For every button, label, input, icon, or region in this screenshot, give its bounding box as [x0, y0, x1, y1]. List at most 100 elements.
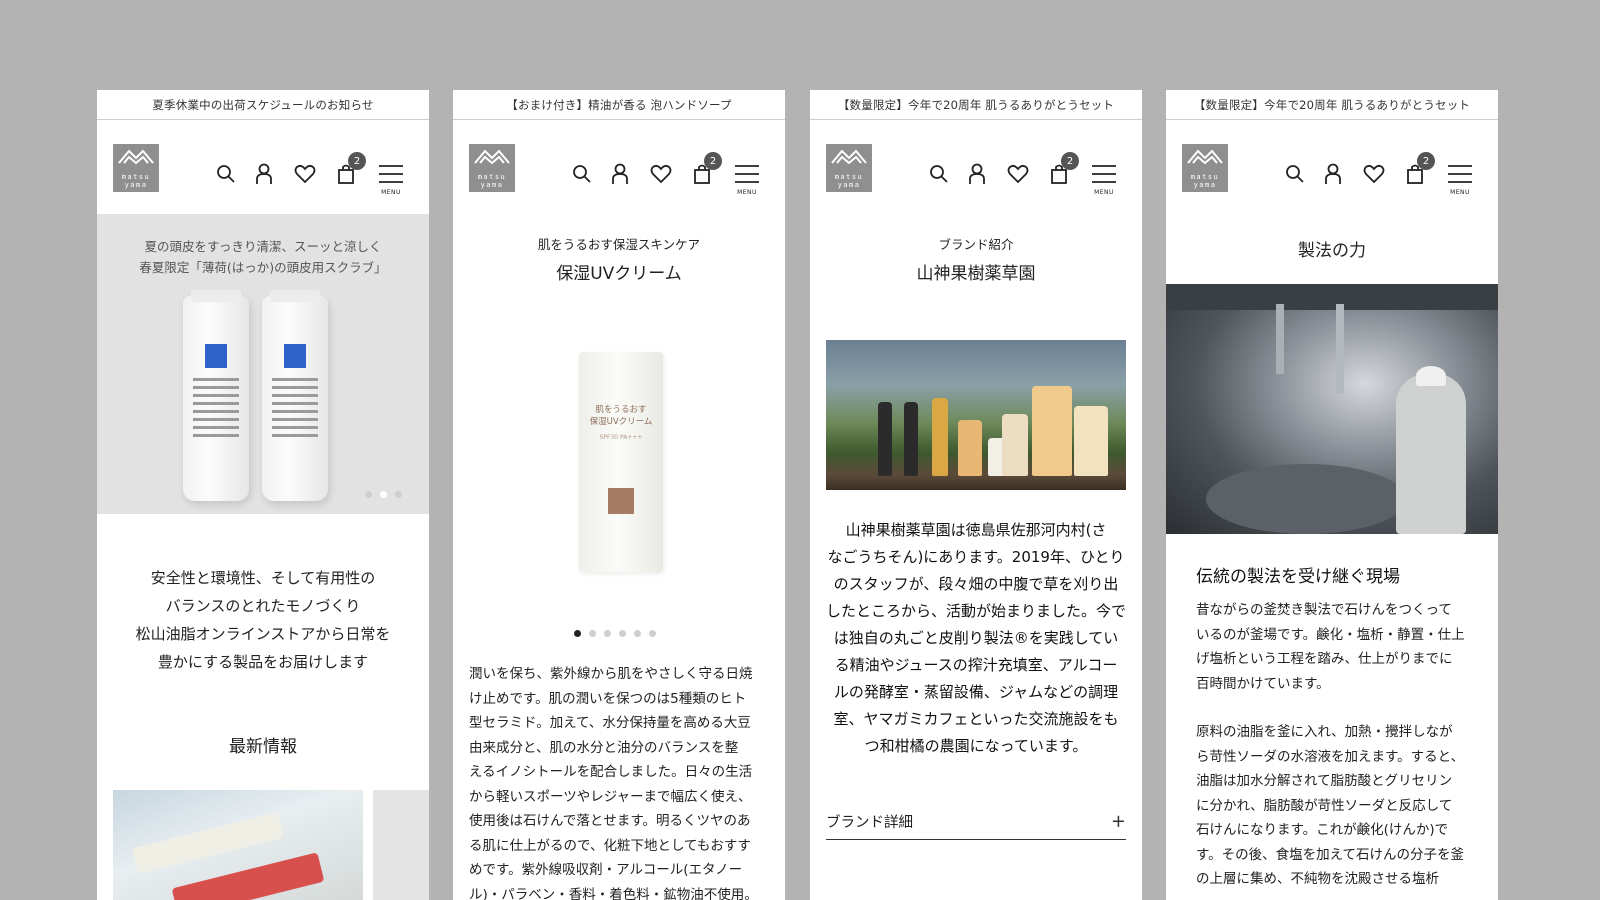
brand-title: 山神果樹薬草園 [916, 264, 1036, 284]
logo[interactable]: matsu yama [826, 144, 872, 192]
hamburger-icon[interactable]: MENU [1448, 162, 1472, 196]
announcement-text[interactable]: 【数量限定】今年で20周年 肌うるありがとうセット [1194, 97, 1470, 113]
logo[interactable]: matsu yama [469, 144, 515, 192]
description-line: 室、ヤマガミカフェといった交流施設をも [833, 710, 1119, 728]
announcement-text[interactable]: 夏季休業中の出荷スケジュールのお知らせ [152, 97, 373, 113]
announcement-bar[interactable]: 【数量限定】今年で20周年 肌うるありがとうセット [810, 90, 1142, 120]
description-line: 型セラミド。加えて、水分保持量を高める大豆 [469, 715, 751, 731]
hamburger-icon[interactable]: MENU [379, 162, 403, 196]
carousel-dot[interactable] [589, 630, 596, 637]
description-line: 使用後は石けんで落とせます。明るくツヤのあ [469, 813, 751, 829]
plus-icon[interactable]: + [1111, 811, 1126, 832]
description-line: なごうちそん)にあります。2019年、ひとり [827, 548, 1125, 566]
paragraph-line: 石けんになります。これが鹸化(けんか)で [1196, 822, 1449, 838]
cart-icon[interactable]: 2 [690, 152, 722, 186]
cart-icon[interactable]: 2 [334, 152, 366, 186]
product-image[interactable]: 肌をうるおす 保湿UVクリーム SPF30 PA+++ [579, 352, 663, 572]
carousel-dot[interactable] [649, 630, 656, 637]
tagline-line: 松山油脂オンラインストアから日常を [135, 625, 391, 643]
menu-label: MENU [1450, 189, 1470, 196]
tagline-line: 安全性と環境性、そして有用性の [150, 569, 376, 587]
product-description: 潤いを保ち、紫外線から肌をやさしく守る日焼 け止めです。肌の潤いを保つのは5種類… [469, 662, 779, 900]
site-header: matsu yama 2 MENU [453, 120, 785, 214]
carousel-dot[interactable] [634, 630, 641, 637]
screen-product: 【おまけ付き】精油が香る 泡ハンドソープ matsu yama 2 MENU 肌… [453, 90, 785, 900]
site-header: matsu yama 2 MENU [97, 120, 429, 214]
search-icon[interactable] [1283, 162, 1307, 186]
description-line: 潤いを保ち、紫外線から肌をやさしく守る日焼 [469, 666, 753, 682]
tagline-line: バランスのとれたモノづくり [165, 597, 361, 615]
logo-text-2: yama [1193, 181, 1217, 189]
carousel-dot-active[interactable] [380, 491, 387, 498]
description-line: ル)・パラベン・香料・着色料・鉱物油不使用。 [469, 886, 758, 900]
news-section-title: 最新情報 [229, 737, 297, 757]
logo-text-2: yama [837, 181, 861, 189]
paragraph-line: す。その後、食塩を加えて石けんの分子を釜 [1196, 846, 1464, 863]
paragraph-line: 油脂は加水分解されて脂肪酸とグリセリン [1196, 773, 1453, 789]
announcement-text[interactable]: 【おまけ付き】精油が香る 泡ハンドソープ [506, 97, 731, 113]
cart-badge: 2 [1061, 152, 1079, 170]
account-icon[interactable] [965, 162, 989, 186]
announcement-bar[interactable]: 夏季休業中の出荷スケジュールのお知らせ [97, 90, 429, 120]
carousel-dot[interactable] [395, 491, 402, 498]
hero-banner[interactable]: 夏の頭皮をすっきり清潔、スーッと涼しく 春夏限定「薄荷(はっか)の頭皮用スクラブ… [97, 214, 429, 514]
tagline-line: 豊かにする製品をお届けします [157, 653, 369, 671]
product-title: 保湿UVクリーム [556, 264, 682, 284]
logo[interactable]: matsu yama [1182, 144, 1228, 192]
logo-text-2: yama [124, 181, 148, 189]
news-card-next[interactable] [373, 790, 429, 900]
hero-caption: 夏の頭皮をすっきり清潔、スーッと涼しく 春夏限定「薄荷(はっか)の頭皮用スクラブ… [97, 236, 429, 278]
description-line: めです。紫外線吸収剤・アルコール(エタノー [469, 862, 743, 878]
announcement-text[interactable]: 【数量限定】今年で20周年 肌うるありがとうセット [838, 97, 1114, 113]
paragraph-line: に分かれ、脂肪酸が苛性ソーダと反応して [1196, 797, 1453, 814]
paragraph-line: の上層に集め、不純物を沈殿させる塩析 [1196, 871, 1439, 887]
product-subtitle: 肌をうるおす保湿スキンケア [537, 237, 701, 252]
cart-icon[interactable]: 2 [1047, 152, 1079, 186]
mountain-logo-icon [1187, 149, 1223, 164]
hero-caption-line-2: 春夏限定「薄荷(はっか)の頭皮用スクラブ」 [139, 260, 387, 275]
heart-icon[interactable] [293, 162, 317, 186]
hero-caption-line-1: 夏の頭皮をすっきり清潔、スーッと涼しく [144, 239, 382, 254]
accordion-label: ブランド詳細 [826, 815, 913, 831]
site-header: matsu yama 2 MENU [1166, 120, 1498, 214]
product-label-line: 保湿UVクリーム [589, 417, 653, 427]
carousel-dots[interactable] [574, 630, 656, 637]
account-icon[interactable] [252, 162, 276, 186]
cart-badge: 2 [348, 152, 366, 170]
news-card-image[interactable] [113, 790, 363, 900]
account-icon[interactable] [1321, 162, 1345, 186]
logo[interactable]: matsu yama [113, 144, 159, 192]
carousel-dot[interactable] [604, 630, 611, 637]
search-icon[interactable] [570, 162, 594, 186]
menu-label: MENU [737, 189, 757, 196]
cart-icon[interactable]: 2 [1403, 152, 1435, 186]
craft-title: 製法の力 [1298, 241, 1366, 261]
search-icon[interactable] [927, 162, 951, 186]
craft-paragraph-2: 原料の油脂を釜に入れ、加熱・攪拌しなが ら苛性ソーダの水溶液を加えます。すると、… [1196, 720, 1486, 892]
logo-text-1: matsu [477, 173, 507, 181]
search-icon[interactable] [214, 162, 238, 186]
product-tube-image [262, 290, 328, 501]
hamburger-icon[interactable]: MENU [1092, 162, 1116, 196]
paragraph-line: 昔ながらの釜焚き製法で石けんをつくって [1196, 602, 1452, 618]
screen-brand: 【数量限定】今年で20周年 肌うるありがとうセット matsu yama 2 M… [810, 90, 1142, 900]
heart-icon[interactable] [649, 162, 673, 186]
heart-icon[interactable] [1362, 162, 1386, 186]
announcement-bar[interactable]: 【おまけ付き】精油が香る 泡ハンドソープ [453, 90, 785, 120]
description-line: ルの発酵室・蒸留設備、ジャムなどの調理 [833, 683, 1119, 701]
carousel-dot[interactable] [619, 630, 626, 637]
hamburger-icon[interactable]: MENU [735, 162, 759, 196]
factory-photo [1166, 284, 1498, 534]
description-line: つ和柑橘の農園になっています。 [864, 737, 1088, 755]
brand-detail-accordion[interactable]: ブランド詳細 + [826, 804, 1126, 840]
description-line: る精油やジュースの搾汁充填室、アルコー [834, 656, 1118, 674]
heart-icon[interactable] [1006, 162, 1030, 186]
cart-badge: 2 [704, 152, 722, 170]
account-icon[interactable] [608, 162, 632, 186]
carousel-dot[interactable] [365, 491, 372, 498]
carousel-dots[interactable] [365, 491, 402, 498]
paragraph-line: いるのが釜場です。鹸化・塩析・静置・仕上 [1196, 626, 1465, 643]
announcement-bar[interactable]: 【数量限定】今年で20周年 肌うるありがとうセット [1166, 90, 1498, 120]
cart-badge: 2 [1417, 152, 1435, 170]
carousel-dot-active[interactable] [574, 630, 581, 637]
